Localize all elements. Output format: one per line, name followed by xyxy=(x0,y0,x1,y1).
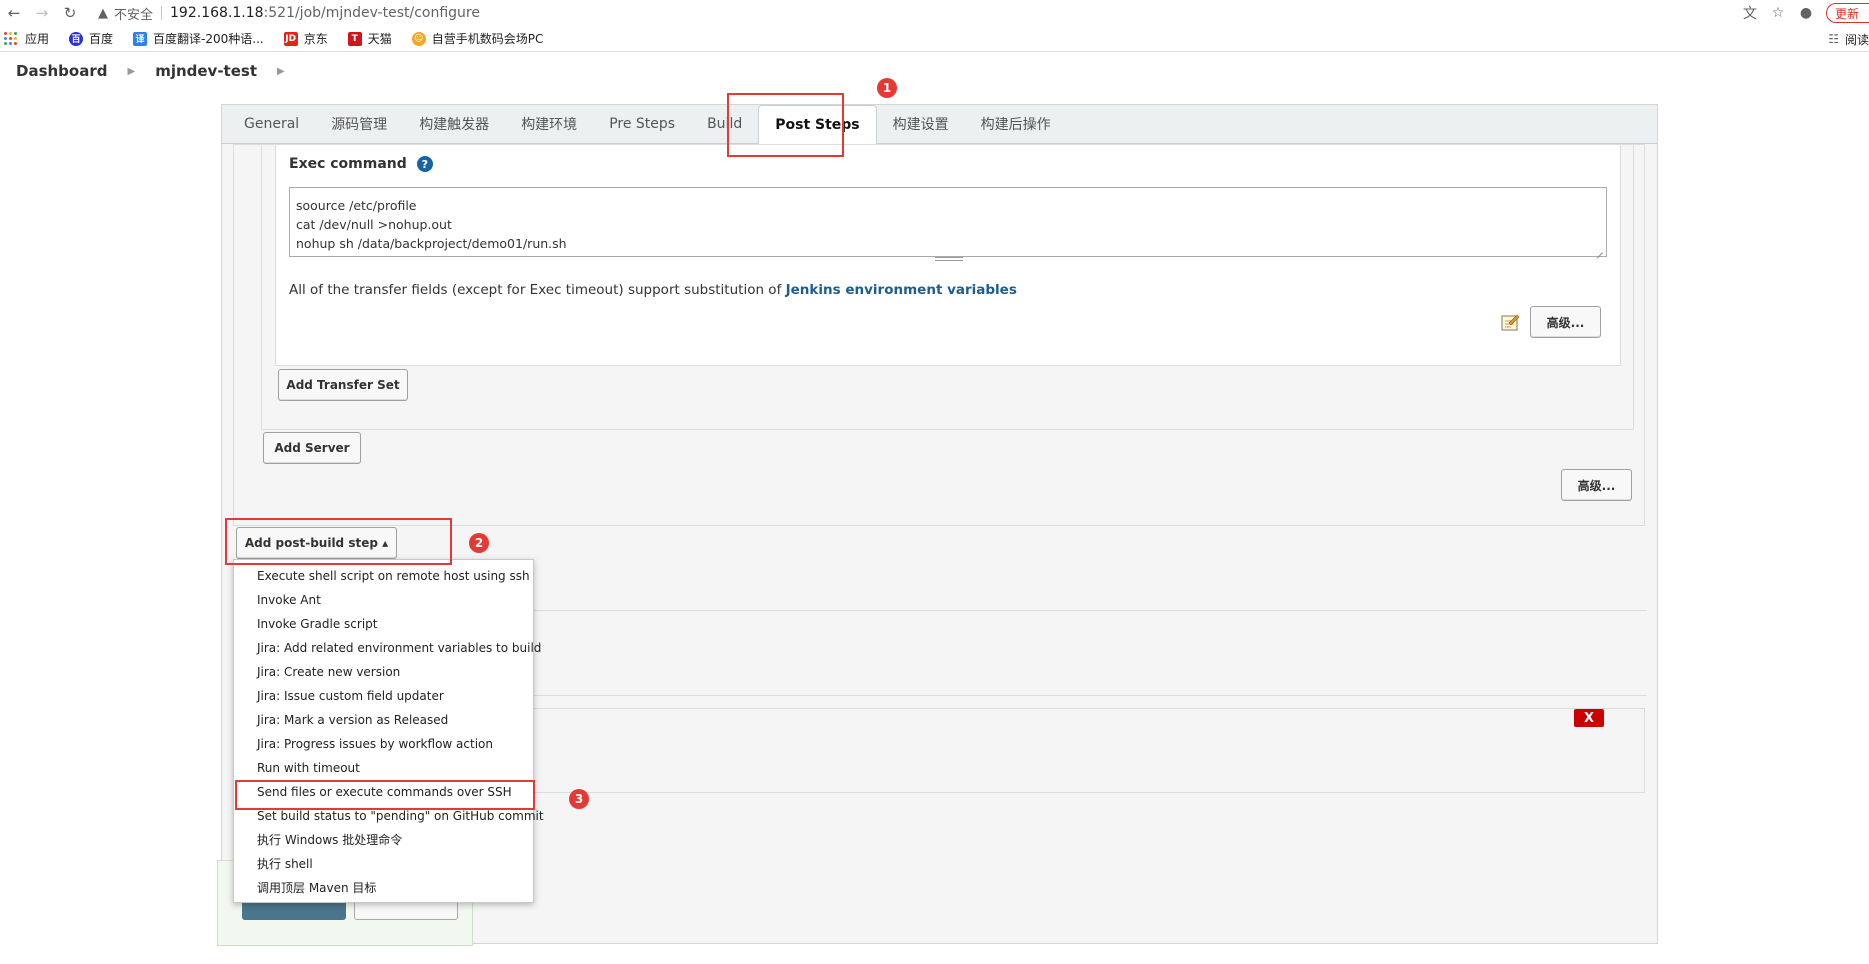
env-variables-link[interactable]: Jenkins environment variables xyxy=(786,282,1017,298)
browser-toolbar: ← → ↻ ▲ 不安全 192.168.1.18:521/job/mjndev-… xyxy=(0,0,1869,26)
store-icon: ☺ xyxy=(411,31,426,46)
post-build-step-menu: Execute shell script on remote host usin… xyxy=(233,559,544,903)
bookmark-jd[interactable]: JD 京东 xyxy=(283,30,328,47)
tab-build-settings[interactable]: 构建设置 xyxy=(877,105,965,143)
translate-bookmark-icon: 译 xyxy=(133,31,148,46)
breadcrumb: Dashboard ▶ mjndev-test ▶ xyxy=(0,53,1869,89)
tab-pre-steps[interactable]: Pre Steps xyxy=(593,105,691,143)
exec-command-label: Exec command ? xyxy=(289,156,433,172)
tab-post-build-actions[interactable]: 构建后操作 xyxy=(965,105,1067,143)
apps-grid-icon xyxy=(4,32,17,45)
notepad-icon[interactable] xyxy=(1500,312,1520,332)
annotation-marker-2: 2 xyxy=(469,533,489,553)
menu-item[interactable]: 执行 Windows 批处理命令 xyxy=(234,828,533,852)
delete-button[interactable]: X xyxy=(1574,709,1604,727)
menu-item[interactable]: Run with timeout xyxy=(234,756,533,780)
bookmark-mobile-pc[interactable]: ☺ 自营手机数码会场PC xyxy=(411,30,543,47)
bookmark-baidu-translate[interactable]: 译 百度翻译-200种语... xyxy=(133,30,264,47)
menu-item[interactable]: Jira: Mark a version as Released xyxy=(234,708,533,732)
bookmark-tmall[interactable]: T 天猫 xyxy=(347,30,392,47)
reload-icon[interactable]: ↻ xyxy=(56,0,84,26)
translate-icon[interactable]: 文 xyxy=(1736,3,1764,23)
url-separator xyxy=(161,6,163,20)
menu-item[interactable]: Jira: Issue custom field updater xyxy=(234,684,533,708)
tab-general[interactable]: General xyxy=(228,105,315,143)
url-text: 192.168.1.18:521/job/mjndev-test/configu… xyxy=(170,5,480,21)
post-build-action-panel xyxy=(532,708,1645,793)
config-tabs: General 源码管理 构建触发器 构建环境 Pre Steps Build … xyxy=(222,105,1657,144)
warning-icon: ▲ xyxy=(98,5,108,21)
profile-icon[interactable]: ● xyxy=(1792,5,1820,21)
annotation-marker-3: 3 xyxy=(569,789,589,809)
highlight-add-step-button xyxy=(225,518,452,565)
back-icon[interactable]: ← xyxy=(0,0,28,26)
tmall-icon: T xyxy=(347,31,362,46)
advanced-button[interactable]: 高级... xyxy=(1530,306,1601,338)
tab-build-env[interactable]: 构建环境 xyxy=(505,105,593,143)
menu-item[interactable]: Jira: Add related environment variables … xyxy=(234,636,541,660)
exec-command-textarea[interactable]: soource /etc/profile cat /dev/null >nohu… xyxy=(289,187,1607,257)
help-icon[interactable]: ? xyxy=(416,156,433,172)
tab-triggers[interactable]: 构建触发器 xyxy=(403,105,505,143)
jd-icon: JD xyxy=(283,31,298,46)
update-button[interactable]: 更新 xyxy=(1825,3,1869,23)
textarea-grip[interactable] xyxy=(935,257,963,261)
exec-line: soource /etc/profile xyxy=(296,198,417,213)
tab-scm[interactable]: 源码管理 xyxy=(315,105,403,143)
section-divider xyxy=(532,695,1647,696)
add-server-button[interactable]: Add Server xyxy=(263,432,361,464)
browser-actions: 文 ☆ ● 更新 xyxy=(1736,0,1869,26)
section-divider xyxy=(532,610,1647,611)
exec-line: nohup sh /data/backproject/demo01/run.sh xyxy=(296,236,567,251)
exec-line: cat /dev/null >nohup.out xyxy=(296,217,452,232)
bookmark-apps[interactable]: 应用 xyxy=(4,30,49,47)
menu-item[interactable]: Execute shell script on remote host usin… xyxy=(234,564,533,588)
menu-item[interactable]: Invoke Ant xyxy=(234,588,533,612)
bookmark-baidu[interactable]: 百 百度 xyxy=(69,30,113,47)
reading-list[interactable]: ☷ 阅读 xyxy=(1828,26,1869,52)
forward-icon[interactable]: → xyxy=(28,0,56,26)
baidu-icon: 百 xyxy=(69,31,84,46)
breadcrumb-job[interactable]: mjndev-test xyxy=(155,62,257,80)
reading-list-icon: ☷ xyxy=(1828,32,1839,46)
security-label: 不安全 xyxy=(114,7,154,23)
highlight-send-over-ssh xyxy=(235,780,535,810)
highlight-post-steps-tab xyxy=(727,93,844,157)
textarea-resize-handle[interactable] xyxy=(1594,244,1604,254)
address-bar[interactable]: ▲ 不安全 192.168.1.18:521/job/mjndev-test/c… xyxy=(98,4,480,23)
chevron-right-icon[interactable]: ▶ xyxy=(277,66,285,77)
breadcrumb-dashboard[interactable]: Dashboard xyxy=(16,62,107,80)
add-transfer-set-button[interactable]: Add Transfer Set xyxy=(278,369,408,401)
transfer-note: All of the transfer fields (except for E… xyxy=(289,282,1017,298)
menu-item[interactable]: Invoke Gradle script xyxy=(234,612,533,636)
menu-item[interactable]: 执行 shell xyxy=(234,852,533,876)
bookmarks-bar: 应用 百 百度 译 百度翻译-200种语... JD 京东 T 天猫 ☺ 自营手… xyxy=(0,26,1869,52)
annotation-marker-1: 1 xyxy=(877,78,897,98)
advanced-button-2[interactable]: 高级... xyxy=(1561,469,1632,501)
chevron-right-icon: ▶ xyxy=(127,65,136,77)
menu-item[interactable]: Jira: Create new version xyxy=(234,660,533,684)
menu-item[interactable]: 调用顶层 Maven 目标 xyxy=(234,876,533,900)
star-icon[interactable]: ☆ xyxy=(1764,5,1792,21)
menu-item[interactable]: Jira: Progress issues by workflow action xyxy=(234,732,533,756)
